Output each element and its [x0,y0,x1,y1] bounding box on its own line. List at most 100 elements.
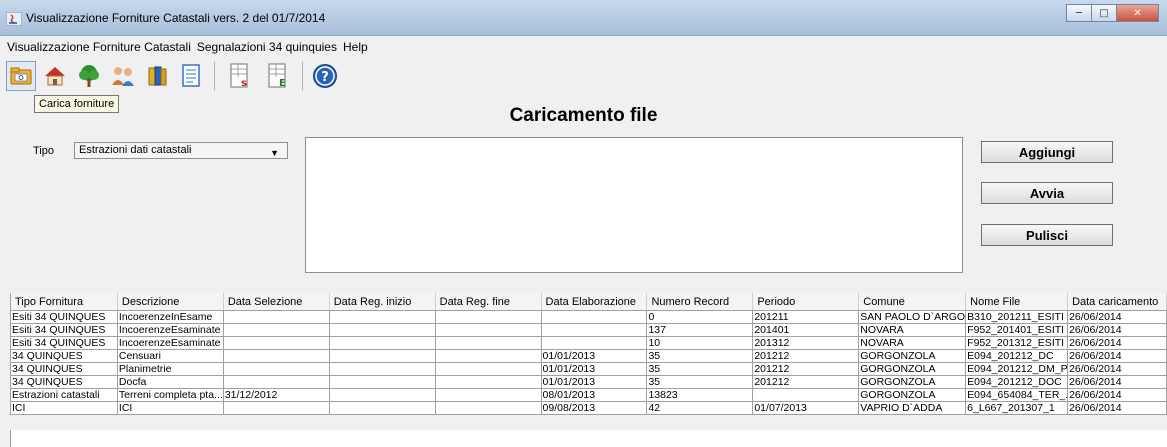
menu-visualizzazione[interactable]: Visualizzazione Forniture Catastali [4,40,194,54]
column-header[interactable]: Data Reg. inizio [330,293,436,310]
table-cell: IncoerenzeEsaminate [118,337,224,349]
table-cell: GORGONZOLA [859,389,967,401]
table-cell [542,311,648,323]
elenco-button[interactable] [176,61,206,91]
table-cell [330,402,436,414]
tipo-select-value: Estrazioni dati catastali [79,144,192,156]
tipo-label: Tipo [33,145,54,157]
table-cell: 09/08/2013 [542,402,648,414]
table-row[interactable]: Esiti 34 QUINQUES IncoerenzeInEsame 0 20121… [11,311,1167,324]
column-header[interactable]: Tipo Fornitura [11,293,118,310]
pulisci-button[interactable]: Pulisci [981,224,1113,246]
maximize-icon: □ [1099,7,1109,19]
table-cell [542,324,648,336]
house-icon [45,67,65,86]
table-cell [436,389,542,401]
table-cell [330,350,436,362]
table-cell: 26/06/2014 [1068,376,1167,388]
table-cell: Terreni completa pta... [118,389,224,401]
table-cell: B310_201211_ESITI [966,311,1069,323]
maximize-button[interactable]: □ [1091,4,1117,22]
table-cell: GORGONZOLA [859,363,967,375]
table-cell [436,324,542,336]
title-bar: Visualizzazione Forniture Catastali vers… [0,0,1167,36]
table-cell: 201212 [753,350,860,362]
close-button[interactable]: ✕ [1116,4,1159,22]
avvia-button[interactable]: Avvia [981,182,1113,204]
table-row[interactable]: 34 QUINQUES Planimetrie 01/01/2013 35 201212… [11,363,1167,376]
minimize-icon: ─ [1075,7,1083,19]
table-cell: 6_L667_201307_1 [966,402,1069,414]
file-list-area[interactable] [305,137,963,273]
table-cell: 201312 [753,337,860,349]
tipo-select[interactable]: Estrazioni dati catastali ▼ [74,142,288,159]
table-cell: F952_201312_ESITI [966,337,1069,349]
column-header[interactable]: Data Reg. fine [436,293,542,310]
minimize-button[interactable]: ─ [1066,4,1092,22]
export-e-button[interactable]: E [262,61,292,91]
table-cell: 26/06/2014 [1068,324,1167,336]
close-icon: ✕ [1133,7,1142,19]
column-header[interactable]: Nome File [966,293,1069,310]
table-cell [330,363,436,375]
column-header[interactable]: Data caricamento [1068,293,1167,310]
table-row[interactable]: 34 QUINQUES Docfa 01/01/2013 35 201212 GORGON… [11,376,1167,389]
table-cell: IncoerenzeEsaminate [118,324,224,336]
table-cell: Esiti 34 QUINQUES [11,324,118,336]
export-s-button[interactable]: s [224,61,254,91]
table-cell: Esiti 34 QUINQUES [11,337,118,349]
table-cell [436,337,542,349]
table-cell: ICI [118,402,224,414]
table-row[interactable]: ICI ICI 09/08/2013 42 01/07/2013 VAPRIO D`ADD… [11,402,1167,415]
chevron-down-icon: ▼ [270,148,279,158]
soggetti-button[interactable] [108,61,138,91]
table-cell: Censuari [118,350,224,362]
table-cell: E094_201212_DC [966,350,1069,362]
table-cell [436,376,542,388]
table-cell: 35 [647,350,754,362]
table-cell [224,376,330,388]
table-row[interactable]: Esiti 34 QUINQUES IncoerenzeEsaminate 10 20… [11,337,1167,350]
table-cell [224,337,330,349]
table-cell: 01/07/2013 [753,402,860,414]
table-cell: E094_654084_TER_... [967,389,1069,401]
toolbar-separator [214,62,215,90]
table-cell [753,389,860,401]
table-cell: 10 [647,337,754,349]
help-button[interactable]: ? [310,61,340,91]
table-cell: 34 QUINQUES [11,363,118,375]
table-cell [330,376,436,388]
menu-help[interactable]: Help [340,40,371,54]
table-row[interactable]: 34 QUINQUES Censuari 01/01/2013 35 201212 GOR… [11,350,1167,363]
column-header[interactable]: Periodo [753,293,860,310]
table-cell: 08/01/2013 [542,389,648,401]
column-header[interactable]: Numero Record [647,293,754,310]
menu-bar: Visualizzazione Forniture Catastali Segn… [0,36,1167,58]
table-cell: 01/01/2013 [542,376,648,388]
table-cell: 26/06/2014 [1068,402,1167,414]
window-title: Visualizzazione Forniture Catastali vers… [26,11,326,25]
table-cell: 13823 [647,389,754,401]
terreni-button[interactable] [74,61,104,91]
column-header[interactable]: Descrizione [118,293,224,310]
menu-segnalazioni[interactable]: Segnalazioni 34 quinquies [194,40,340,54]
volumi-button[interactable] [142,61,172,91]
table-cell [330,389,436,401]
spreadsheet-s-icon: s [230,63,248,89]
carica-forniture-button[interactable] [6,61,36,91]
table-row[interactable]: Esiti 34 QUINQUES IncoerenzeEsaminate 137 2… [11,324,1167,337]
aggiungi-button[interactable]: Aggiungi [981,141,1113,163]
table-cell: 34 QUINQUES [11,376,118,388]
column-header[interactable]: Data Selezione [224,293,330,310]
table-cell: GORGONZOLA [859,376,967,388]
svg-text:?: ? [321,70,329,85]
table-row[interactable]: Estrazioni catastali Terreni completa pta… [11,389,1167,402]
table-cell: E094_201212_DOC [966,376,1069,388]
folder-open-icon [10,67,32,85]
column-header[interactable]: Data Elaborazione [542,293,648,310]
fabbricati-button[interactable] [40,61,70,91]
column-header[interactable]: Comune [859,293,967,310]
table-cell: 26/06/2014 [1068,350,1167,362]
svg-text:s: s [241,78,247,89]
table-cell: 34 QUINQUES [11,350,118,362]
